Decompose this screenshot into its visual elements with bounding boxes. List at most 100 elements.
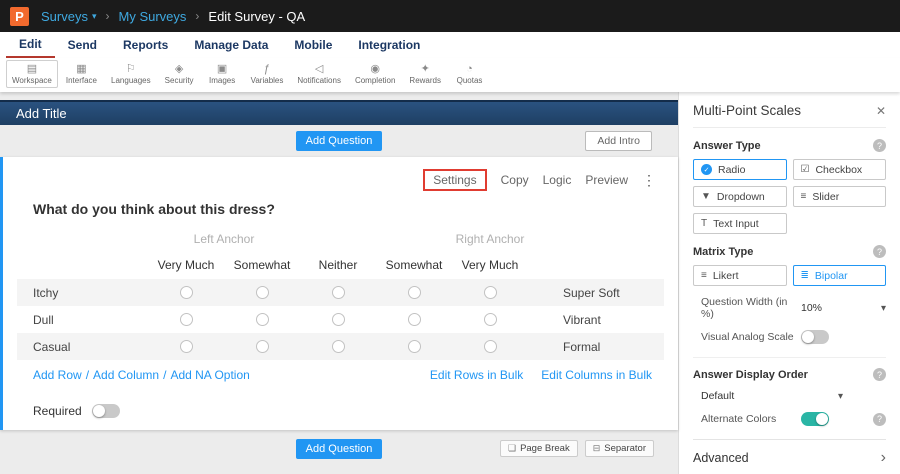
separator-button[interactable]: ⊟ Separator (584, 440, 654, 458)
add-question-button-top[interactable]: Add Question (295, 131, 383, 152)
option-label: Text Input (713, 217, 759, 230)
matrix-radio[interactable] (483, 340, 497, 354)
matrix-radio[interactable] (255, 286, 269, 300)
option-label: Bipolar (814, 269, 848, 282)
matrix-radio[interactable] (407, 340, 421, 354)
add-intro-button[interactable]: Add Intro (585, 131, 652, 152)
top-bar: P Surveys ▾ › My Surveys › Edit Survey -… (0, 0, 900, 32)
toolbar-item-workspace[interactable]: ▤ Workspace (6, 60, 58, 89)
answer-type-slider[interactable]: ≡ Slider (792, 186, 886, 208)
help-icon[interactable]: ? (873, 412, 886, 426)
breadcrumb-surveys-label: Surveys (41, 8, 88, 24)
question-width-value[interactable]: 10% (801, 302, 822, 314)
matrix-radio[interactable] (331, 286, 345, 300)
anchor-row: Left Anchor Right Anchor (17, 227, 664, 251)
quotas-icon: ◔ (466, 63, 473, 75)
toolbar-item-variables[interactable]: ƒ Variables (245, 60, 290, 88)
toolbar-item-completion[interactable]: ◉ Completion (349, 60, 401, 88)
matrix-radio[interactable] (255, 313, 269, 327)
breadcrumb-my-surveys[interactable]: My Surveys (119, 9, 187, 24)
caret-down-icon[interactable]: ▾ (881, 303, 886, 314)
add-na-option-link[interactable]: Add NA Option (170, 368, 249, 382)
menu-item-reports[interactable]: Reports (110, 32, 181, 58)
display-order-dropdown[interactable]: Default ▾ (693, 390, 843, 402)
alternate-colors-toggle[interactable] (801, 412, 829, 427)
matrix-radio[interactable] (407, 313, 421, 327)
toolbar-item-languages[interactable]: ⚐ Languages (105, 60, 157, 88)
advanced-section[interactable]: Advanced › (693, 439, 886, 466)
edit-rows-bulk-link[interactable]: Edit Rows in Bulk (430, 368, 523, 382)
menu-item-send[interactable]: Send (55, 32, 110, 58)
chevron-right-icon: › (880, 449, 886, 467)
page-break-button[interactable]: ❏ Page Break (499, 440, 578, 458)
matrix-radio[interactable] (179, 286, 193, 300)
column-header: Somewhat (385, 258, 443, 273)
matrix-type-bipolar[interactable]: ≣ Bipolar (792, 265, 886, 287)
edit-toolbar: ▤ Workspace ▦ Interface ⚐ Languages ◈ Se… (0, 58, 900, 93)
matrix-radio[interactable] (331, 340, 345, 354)
answer-type-section: Answer Type ? (693, 139, 886, 153)
toolbar-item-security[interactable]: ◈ Security (159, 60, 200, 88)
toolbar-label: Interface (65, 76, 98, 86)
languages-icon: ⚐ (125, 63, 136, 75)
menu-item-integration[interactable]: Integration (345, 32, 433, 58)
breadcrumb-current: Edit Survey - QA (208, 8, 306, 24)
column-header: Neither (318, 258, 358, 273)
required-row: Required (3, 404, 678, 419)
toolbar-item-quotas[interactable]: ◔ Quotas (449, 60, 490, 88)
close-icon[interactable]: ✕ (876, 104, 886, 118)
column-header-row: Very Much Somewhat Neither Somewhat Very… (17, 251, 664, 279)
edit-columns-bulk-link[interactable]: Edit Columns in Bulk (541, 368, 652, 382)
question-text[interactable]: What do you think about this dress? (3, 191, 678, 223)
right-anchor-label: Right Anchor (455, 232, 525, 247)
answer-type-options: ✓ Radio ☑ Checkbox ▼ Dropdown ≡ Slider T (693, 159, 886, 235)
alternate-colors-row: Alternate Colors ? (693, 412, 886, 427)
logic-button[interactable]: Logic (543, 173, 572, 187)
add-question-button-bottom[interactable]: Add Question (295, 439, 383, 460)
answer-type-checkbox[interactable]: ☑ Checkbox (792, 159, 886, 181)
breadcrumb-separator: › (195, 9, 200, 23)
matrix-radio[interactable] (255, 340, 269, 354)
required-toggle[interactable] (91, 404, 120, 419)
help-icon[interactable]: ? (873, 368, 886, 382)
matrix-radio[interactable] (483, 286, 497, 300)
answer-type-text-input[interactable]: T Text Input (693, 213, 787, 235)
row-label-left: Dull (33, 312, 54, 327)
answer-type-radio[interactable]: ✓ Radio (693, 159, 787, 181)
answer-type-dropdown[interactable]: ▼ Dropdown (693, 186, 787, 208)
add-row-link[interactable]: Add Row (33, 368, 82, 382)
panel-title: Multi-Point Scales (693, 103, 802, 119)
toolbar-item-notifications[interactable]: ◁ Notifications (291, 60, 347, 88)
brand-logo[interactable]: P (10, 6, 29, 26)
preview-button[interactable]: Preview (585, 173, 628, 187)
settings-button[interactable]: Settings (433, 173, 476, 187)
help-icon[interactable]: ? (873, 139, 886, 153)
add-column-link[interactable]: Add Column (93, 368, 159, 382)
toolbar-item-images[interactable]: ▣ Images (202, 60, 243, 88)
question-width-label: Question Width (in %) (701, 296, 788, 321)
matrix-radio[interactable] (179, 340, 193, 354)
matrix-radio[interactable] (407, 286, 421, 300)
survey-editor: Add Title Add Question Add Intro Setting… (0, 92, 678, 474)
kebab-menu-icon[interactable]: ⋮ (642, 172, 656, 189)
matrix-radio[interactable] (179, 313, 193, 327)
slider-icon: ≡ (800, 190, 807, 202)
link-separator: / (163, 368, 167, 383)
annotation-highlight: Settings (423, 169, 487, 192)
visual-analog-label: Visual Analog Scale (701, 331, 794, 344)
matrix-radio[interactable] (483, 313, 497, 327)
menu-item-edit[interactable]: Edit (6, 32, 55, 58)
matrix-radio[interactable] (331, 313, 345, 327)
option-label: Radio (718, 163, 746, 176)
matrix-type-likert[interactable]: ≡ Likert (693, 265, 787, 287)
breadcrumb-surveys[interactable]: Surveys ▾ (41, 9, 97, 24)
help-icon[interactable]: ? (873, 245, 886, 259)
menu-item-manage-data[interactable]: Manage Data (181, 32, 281, 58)
visual-analog-toggle[interactable] (801, 330, 829, 345)
toolbar-item-rewards[interactable]: ✦ Rewards (403, 60, 447, 88)
survey-title-bar[interactable]: Add Title (0, 100, 678, 126)
copy-button[interactable]: Copy (501, 173, 529, 187)
menu-item-mobile[interactable]: Mobile (281, 32, 345, 58)
toolbar-item-interface[interactable]: ▦ Interface (60, 60, 103, 88)
panel-header: Multi-Point Scales ✕ (693, 96, 886, 129)
